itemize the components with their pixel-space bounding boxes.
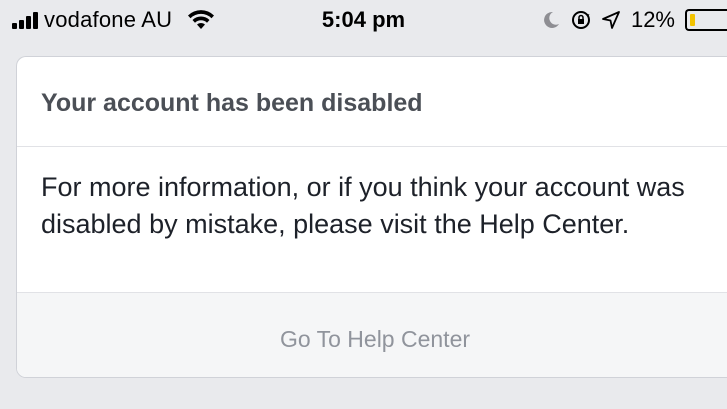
go-to-help-center-button[interactable]: Go To Help Center: [17, 293, 727, 377]
moon-icon: [544, 11, 559, 28]
location-arrow-icon: [602, 11, 620, 29]
rotation-lock-icon: [571, 11, 590, 29]
battery-icon: [685, 9, 727, 31]
battery-fill: [690, 14, 695, 26]
dialog-title: Your account has been disabled: [41, 89, 423, 117]
account-disabled-dialog: Your account has been disabled For more …: [16, 56, 727, 378]
status-right: 12%: [541, 6, 727, 34]
battery-percent: 12%: [630, 7, 675, 32]
dialog-header: Your account has been disabled: [17, 57, 727, 147]
status-bar: vodafone AU 5:04 pm 12%: [0, 0, 727, 40]
dialog-message: For more information, or if you think yo…: [41, 172, 685, 239]
dialog-body: For more information, or if you think yo…: [17, 147, 727, 293]
dialog-footer: Go To Help Center: [17, 293, 727, 377]
